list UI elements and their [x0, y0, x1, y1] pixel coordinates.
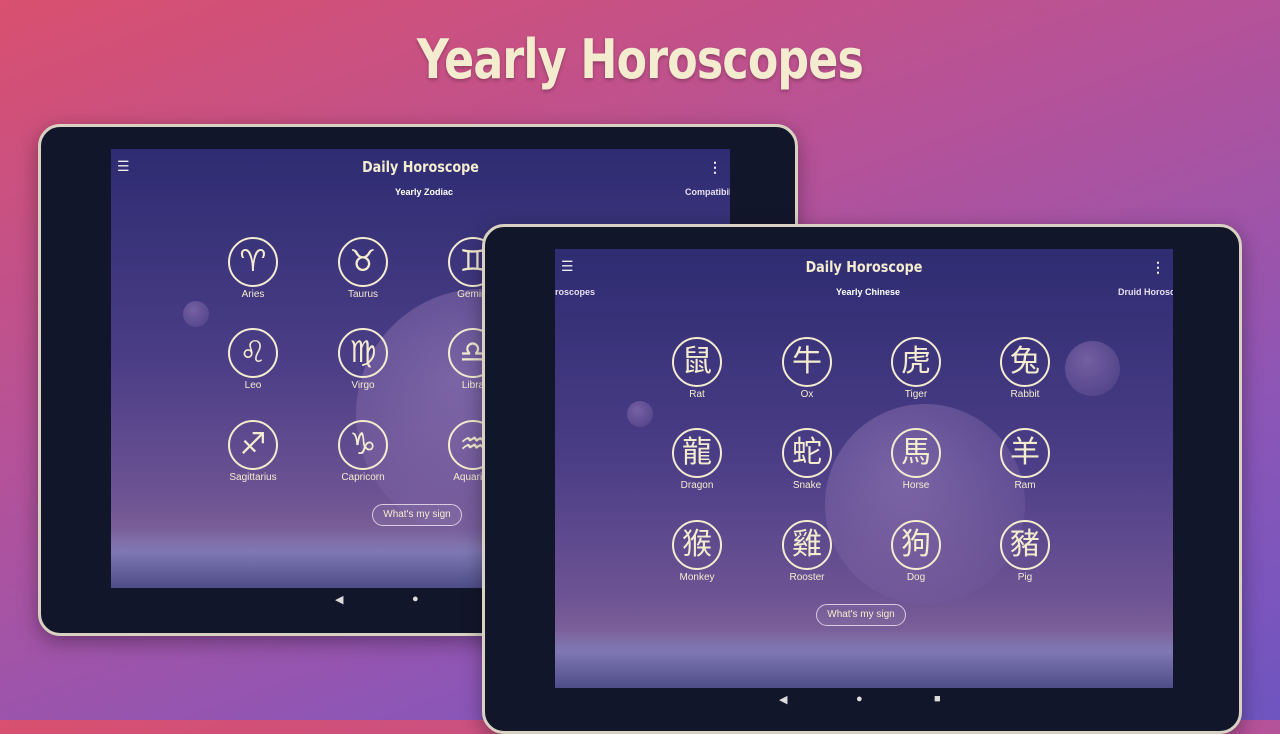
sign-label: Ram [1014, 480, 1036, 491]
sign-rat[interactable]: 鼠 Rat [652, 337, 742, 400]
more-options-icon[interactable]: ⋮ [1151, 259, 1165, 276]
whats-my-sign-button[interactable]: What's my sign [816, 604, 906, 626]
sign-pig[interactable]: 豬 Pig [980, 520, 1070, 583]
dog-icon: 狗 [891, 520, 941, 570]
sign-aries[interactable]: ♈ Aries [208, 237, 298, 300]
capricorn-icon: ♑ [338, 420, 388, 470]
sign-label: Monkey [679, 572, 715, 583]
ram-icon: 羊 [1000, 428, 1050, 478]
sign-taurus[interactable]: ♉ Taurus [318, 237, 408, 300]
sign-label: Taurus [347, 289, 378, 300]
rat-icon: 鼠 [672, 337, 722, 387]
moon-decoration [183, 301, 209, 327]
tablet-right: ☰ Daily Horoscope ⋮ Horoscopes Yearly Ch… [482, 224, 1242, 734]
rooster-icon: 雞 [782, 520, 832, 570]
sign-monkey[interactable]: 猴 Monkey [652, 520, 742, 583]
sign-label: Sagittarius [229, 472, 277, 483]
virgo-icon: ♍ [338, 328, 388, 378]
tab-yearly-chinese[interactable]: Yearly Chinese [836, 287, 900, 297]
sign-label: Leo [244, 380, 262, 391]
horse-icon: 馬 [891, 428, 941, 478]
sign-label: Rat [689, 389, 705, 400]
app-title: Daily Horoscope [805, 258, 923, 276]
back-icon[interactable]: ◀ [779, 693, 787, 706]
navigation-bar: ◀ ● ■ [555, 688, 1173, 712]
whats-my-sign-button[interactable]: What's my sign [372, 504, 462, 526]
sign-label: Dragon [680, 480, 714, 491]
pig-icon: 豬 [1000, 520, 1050, 570]
dragon-icon: 龍 [672, 428, 722, 478]
sign-virgo[interactable]: ♍ Virgo [318, 328, 408, 391]
sign-label: Rooster [789, 572, 825, 583]
app-bar: ☰ Daily Horoscope ⋮ [555, 249, 1173, 287]
landscape [555, 628, 1173, 688]
sagittarius-icon: ♐ [228, 420, 278, 470]
app-title: Daily Horoscope [362, 158, 479, 176]
sign-capricorn[interactable]: ♑ Capricorn [318, 420, 408, 483]
home-icon[interactable]: ● [412, 593, 419, 605]
sign-horse[interactable]: 馬 Horse [871, 428, 961, 491]
headline: Yearly Horoscopes [416, 28, 864, 91]
home-icon[interactable]: ● [856, 693, 863, 705]
sign-label: Snake [792, 480, 822, 491]
menu-icon[interactable]: ☰ [561, 259, 575, 273]
tab-compatibility[interactable]: Compatibility [685, 187, 730, 197]
sign-label: Virgo [351, 380, 375, 391]
tab-horoscopes[interactable]: Horoscopes [555, 287, 595, 297]
sign-dragon[interactable]: 龍 Dragon [652, 428, 742, 491]
app-bar: ☰ Daily Horoscope ⋮ [111, 149, 730, 187]
sign-rooster[interactable]: 雞 Rooster [762, 520, 852, 583]
sign-ram[interactable]: 羊 Ram [980, 428, 1070, 491]
sign-label: Rabbit [1010, 389, 1040, 400]
sign-label: Ox [800, 389, 814, 400]
menu-icon[interactable]: ☰ [117, 159, 131, 173]
tiger-icon: 虎 [891, 337, 941, 387]
sign-label: Tiger [904, 389, 928, 400]
snake-icon: 蛇 [782, 428, 832, 478]
aries-icon: ♈ [228, 237, 278, 287]
rabbit-icon: 兔 [1000, 337, 1050, 387]
monkey-icon: 猴 [672, 520, 722, 570]
sign-ox[interactable]: 牛 Ox [762, 337, 852, 400]
sign-label: Dog [906, 572, 926, 583]
back-icon[interactable]: ◀ [335, 593, 343, 606]
sign-tiger[interactable]: 虎 Tiger [871, 337, 961, 400]
sign-snake[interactable]: 蛇 Snake [762, 428, 852, 491]
sign-leo[interactable]: ♌ Leo [208, 328, 298, 391]
saturn-decoration [1065, 341, 1120, 396]
leo-icon: ♌ [228, 328, 278, 378]
recents-icon[interactable]: ■ [934, 693, 941, 705]
more-options-icon[interactable]: ⋮ [708, 159, 722, 176]
ox-icon: 牛 [782, 337, 832, 387]
sign-label: Horse [902, 480, 930, 491]
sign-rabbit[interactable]: 兔 Rabbit [980, 337, 1070, 400]
tab-druid-horoscope[interactable]: Druid Horoscope [1118, 287, 1173, 297]
sign-label: Capricorn [341, 472, 385, 483]
screen-yearly-chinese: ☰ Daily Horoscope ⋮ Horoscopes Yearly Ch… [555, 249, 1173, 712]
sign-sagittarius[interactable]: ♐ Sagittarius [208, 420, 298, 483]
moon-decoration [627, 401, 653, 427]
sign-label: Aries [241, 289, 265, 300]
sign-label: Pig [1017, 572, 1033, 583]
sign-dog[interactable]: 狗 Dog [871, 520, 961, 583]
tab-yearly-zodiac[interactable]: Yearly Zodiac [395, 187, 453, 197]
taurus-icon: ♉ [338, 237, 388, 287]
